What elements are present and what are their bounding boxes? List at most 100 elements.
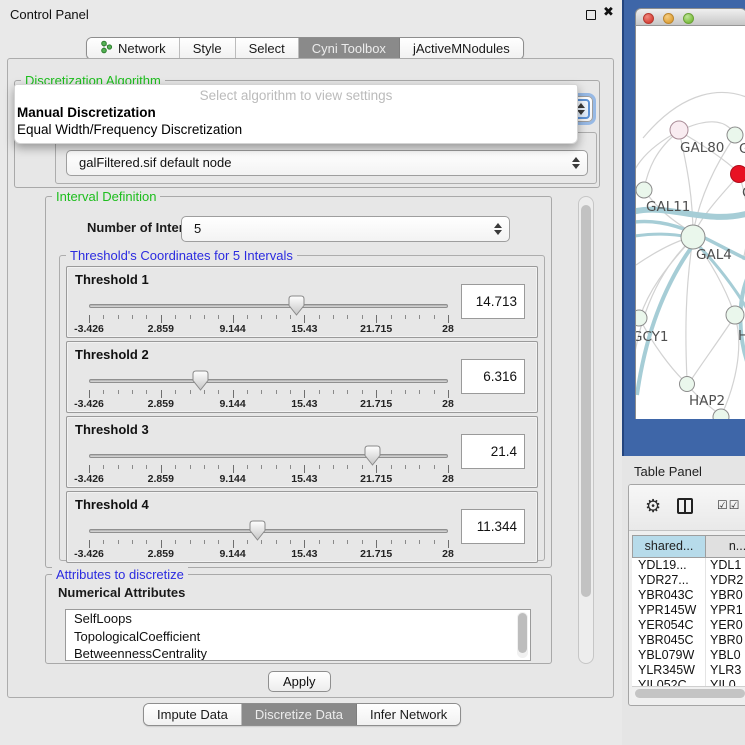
column-header-shared-name[interactable]: shared... (632, 535, 706, 558)
cell-name[interactable]: YLR3 (706, 663, 745, 678)
network-window-titlebar[interactable] (635, 8, 745, 26)
table-hscrollbar-thumb[interactable] (635, 689, 745, 698)
threshold-slider-track[interactable] (89, 304, 448, 308)
threshold-slider-thumb[interactable] (364, 445, 381, 466)
tab-discretize-data[interactable]: Discretize Data (242, 704, 357, 725)
cell-shared-name[interactable]: YER054C (632, 618, 706, 633)
dropdown-options: Manual DiscretizationEqual Width/Frequen… (15, 104, 577, 138)
tab-select[interactable]: Select (236, 38, 299, 59)
tab-cyni-toolbox[interactable]: Cyni Toolbox (299, 38, 400, 59)
cell-shared-name[interactable]: YBR045C (632, 633, 706, 648)
control-panel-titlebar: Control Panel ✖ (0, 0, 622, 28)
cell-shared-name[interactable]: YLR345W (632, 663, 706, 678)
cell-name[interactable]: YPR1 (706, 603, 745, 618)
network-canvas[interactable]: GAL80GACGAL11GAL4GCY1HHAP2 (635, 26, 745, 419)
numerical-attributes-list[interactable]: SelfLoopsTopologicalCoefficientBetweenne… (65, 609, 531, 661)
gear-icon[interactable]: ⚙ (645, 496, 661, 517)
network-node-green[interactable] (636, 182, 652, 198)
network-node-green[interactable] (680, 377, 695, 392)
cell-name[interactable]: YDL1 (706, 558, 745, 573)
zoom-traffic-light-icon[interactable] (683, 13, 694, 24)
close-traffic-light-icon[interactable] (643, 13, 654, 24)
thresholds-group: Threshold's Coordinates for 5 Intervals … (59, 255, 545, 561)
tab-label: Impute Data (157, 707, 228, 722)
cell-name[interactable]: YER0 (706, 618, 745, 633)
minimize-traffic-light-icon[interactable] (663, 13, 674, 24)
tab-jactivemnodules[interactable]: jActiveMNodules (400, 38, 523, 59)
cell-shared-name[interactable]: YPR145W (632, 603, 706, 618)
threshold-slider-track[interactable] (89, 529, 448, 533)
cell-name[interactable]: YBL0 (706, 648, 745, 663)
attributes-scrollbar[interactable] (517, 612, 528, 658)
network-node-pink[interactable] (670, 121, 688, 139)
tab-label: Infer Network (370, 707, 447, 722)
table-toolbar: ⚙ ☑☑ (629, 485, 745, 531)
table-row[interactable]: YBL079WYBL0 (632, 648, 745, 663)
network-node-label: GCY1 (636, 329, 669, 345)
threshold-slider-thumb[interactable] (192, 370, 209, 391)
tab-label: Cyni Toolbox (312, 41, 386, 56)
threshold-value-field[interactable]: 6.316 (461, 359, 525, 394)
cell-shared-name[interactable]: YDL19... (632, 558, 706, 573)
combobox-stepper-icon[interactable] (493, 222, 502, 236)
threshold-slider-track[interactable] (89, 379, 448, 383)
cell-name[interactable]: YDR2 (706, 573, 745, 588)
network-node-label: GA (739, 141, 745, 157)
attribute-list-item[interactable]: SelfLoops (66, 610, 530, 628)
close-icon[interactable]: ✖ (603, 5, 614, 20)
table-row[interactable]: YDR27...YDR2 (632, 573, 745, 588)
table-row[interactable]: YIL052CYIL0 (632, 678, 745, 686)
cell-shared-name[interactable]: YBR043C (632, 588, 706, 603)
apply-button[interactable]: Apply (268, 671, 331, 692)
split-columns-icon[interactable] (677, 498, 693, 514)
table-row[interactable]: YBR043CYBR0 (632, 588, 745, 603)
cell-name[interactable]: YIL0 (706, 678, 745, 686)
cell-name[interactable]: YBR0 (706, 588, 745, 603)
table-row[interactable]: YER054CYER0 (632, 618, 745, 633)
threshold-slider-thumb[interactable] (249, 520, 266, 541)
threshold-value-field[interactable]: 21.4 (461, 434, 525, 469)
table-hscrollbar[interactable] (632, 686, 745, 699)
dropdown-option[interactable]: Equal Width/Frequency Discretization (15, 121, 577, 138)
table-row[interactable]: YDL19...YDL1 (632, 558, 745, 573)
network-node-red[interactable] (731, 166, 745, 183)
cell-shared-name[interactable]: YIL052C (632, 678, 706, 686)
float-window-icon[interactable] (586, 10, 596, 20)
threshold-slider-thumb[interactable] (288, 295, 305, 316)
network-node-green[interactable] (681, 225, 705, 249)
tab-label: Select (249, 41, 285, 56)
cell-shared-name[interactable]: YDR27... (632, 573, 706, 588)
network-window[interactable]: GAL80GACGAL11GAL4GCY1HHAP2 (635, 8, 745, 419)
network-node-green[interactable] (636, 310, 647, 326)
network-graph: GAL80GACGAL11GAL4GCY1HHAP2 (636, 26, 745, 419)
network-node-green[interactable] (726, 306, 744, 324)
network-nodes[interactable] (636, 121, 745, 419)
table-row[interactable]: YBR045CYBR0 (632, 633, 745, 648)
threshold-value-field[interactable]: 11.344 (461, 509, 525, 544)
select-columns-icon[interactable]: ☑☑ (717, 498, 741, 512)
tab-impute-data[interactable]: Impute Data (144, 704, 242, 725)
cell-shared-name[interactable]: YBL079W (632, 648, 706, 663)
table-row[interactable]: YLR345WYLR3 (632, 663, 745, 678)
settings-scrollbar-thumb[interactable] (581, 205, 591, 597)
number-of-intervals-combobox[interactable]: 5 (181, 216, 510, 242)
dropdown-option[interactable]: Manual Discretization (15, 104, 577, 121)
attribute-list-item[interactable]: TopologicalCoefficient (66, 628, 530, 646)
numerical-attributes-label: Numerical Attributes (58, 585, 185, 600)
table-row[interactable]: YPR145WYPR1 (632, 603, 745, 618)
column-header-name[interactable]: n... (706, 535, 745, 558)
attribute-list-item[interactable]: BetweennessCentrality (66, 645, 530, 661)
app-root: Control Panel ✖ NetworkStyle Select Cyni T… (0, 0, 745, 745)
table-data-combobox[interactable]: galFiltered.sif default node (66, 150, 588, 176)
tab-label: Discretize Data (255, 707, 343, 722)
threshold-slider-track[interactable] (89, 454, 448, 458)
settings-scrollbar[interactable] (578, 196, 594, 664)
combobox-stepper-icon[interactable] (571, 156, 580, 170)
threshold-value-field[interactable]: 14.713 (461, 284, 525, 319)
tab-infer-network[interactable]: Infer Network (357, 704, 460, 725)
threshold-label: Threshold 4 (75, 497, 149, 512)
cell-name[interactable]: YBR0 (706, 633, 745, 648)
tab-style[interactable]: Style (180, 38, 236, 59)
threshold-panel: Threshold 1 -3.4262.8599.14415.4321.7152… (66, 266, 538, 338)
tab-network[interactable]: Network (87, 38, 180, 59)
